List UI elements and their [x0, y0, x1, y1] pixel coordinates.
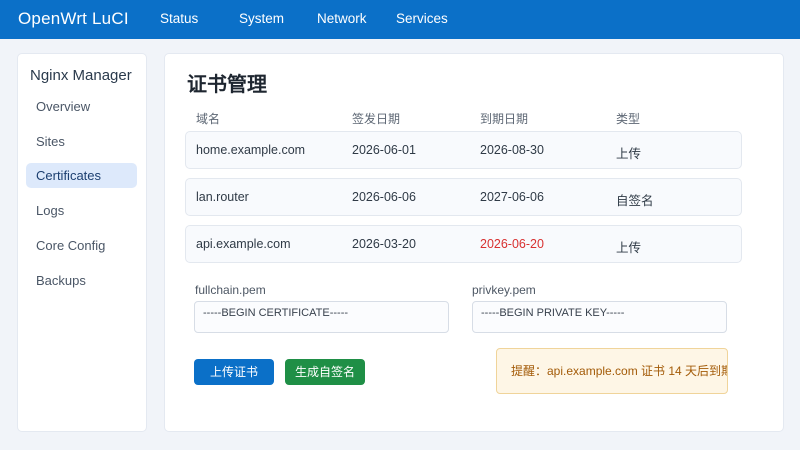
generate-self-signed-button[interactable]: 生成自签名 — [285, 359, 365, 385]
nav-network[interactable]: Network — [317, 11, 367, 26]
fullchain-label: fullchain.pem — [195, 283, 266, 297]
nav-status[interactable]: Status — [160, 11, 198, 26]
sidebar: Nginx Manager Overview Sites Certificate… — [17, 53, 147, 432]
main-panel: 证书管理 域名 签发日期 到期日期 类型 home.example.com 20… — [164, 53, 784, 432]
privkey-label: privkey.pem — [472, 283, 536, 297]
cell-type: 上传 — [616, 241, 642, 255]
cell-domain: home.example.com — [196, 143, 306, 157]
sidebar-item-backups[interactable]: Backups — [26, 268, 137, 293]
table-row[interactable]: lan.router 2026-06-06 2027-06-06 自签名 — [185, 178, 742, 216]
nav-services[interactable]: Services — [396, 11, 448, 26]
sidebar-item-core-config[interactable]: Core Config — [26, 233, 137, 258]
page-title: 证书管理 — [187, 74, 267, 96]
privkey-textarea[interactable] — [472, 301, 727, 333]
column-header-issued: 签发日期 — [352, 112, 401, 126]
column-header-domain: 域名 — [196, 112, 221, 126]
sidebar-item-overview[interactable]: Overview — [26, 94, 137, 119]
sidebar-item-certificates[interactable]: Certificates — [26, 163, 137, 188]
top-nav-bar: OpenWrt LuCI Status System Network Servi… — [0, 0, 800, 39]
cell-expires: 2026-08-30 — [480, 143, 544, 157]
column-header-expires: 到期日期 — [480, 112, 529, 126]
fullchain-textarea[interactable] — [194, 301, 449, 333]
nav-system[interactable]: System — [239, 11, 284, 26]
cell-domain: lan.router — [196, 190, 249, 204]
cell-type: 自签名 — [616, 194, 654, 208]
app-title[interactable]: OpenWrt LuCI — [18, 9, 129, 29]
upload-certificate-button[interactable]: 上传证书 — [194, 359, 274, 385]
sidebar-item-sites[interactable]: Sites — [26, 129, 137, 154]
cell-domain: api.example.com — [196, 237, 291, 251]
table-row[interactable]: api.example.com 2026-03-20 2026-06-20 上传 — [185, 225, 742, 263]
cell-expires: 2027-06-06 — [480, 190, 544, 204]
table-row[interactable]: home.example.com 2026-06-01 2026-08-30 上… — [185, 131, 742, 169]
sidebar-title: Nginx Manager — [30, 67, 132, 84]
cell-issued: 2026-06-01 — [352, 143, 416, 157]
expiry-notice: 提醒：api.example.com 证书 14 天后到期 — [496, 348, 728, 394]
cell-issued: 2026-06-06 — [352, 190, 416, 204]
column-header-type: 类型 — [616, 112, 641, 126]
cell-issued: 2026-03-20 — [352, 237, 416, 251]
sidebar-item-logs[interactable]: Logs — [26, 198, 137, 223]
cell-type: 上传 — [616, 147, 642, 161]
cell-expires-warning: 2026-06-20 — [480, 237, 544, 251]
